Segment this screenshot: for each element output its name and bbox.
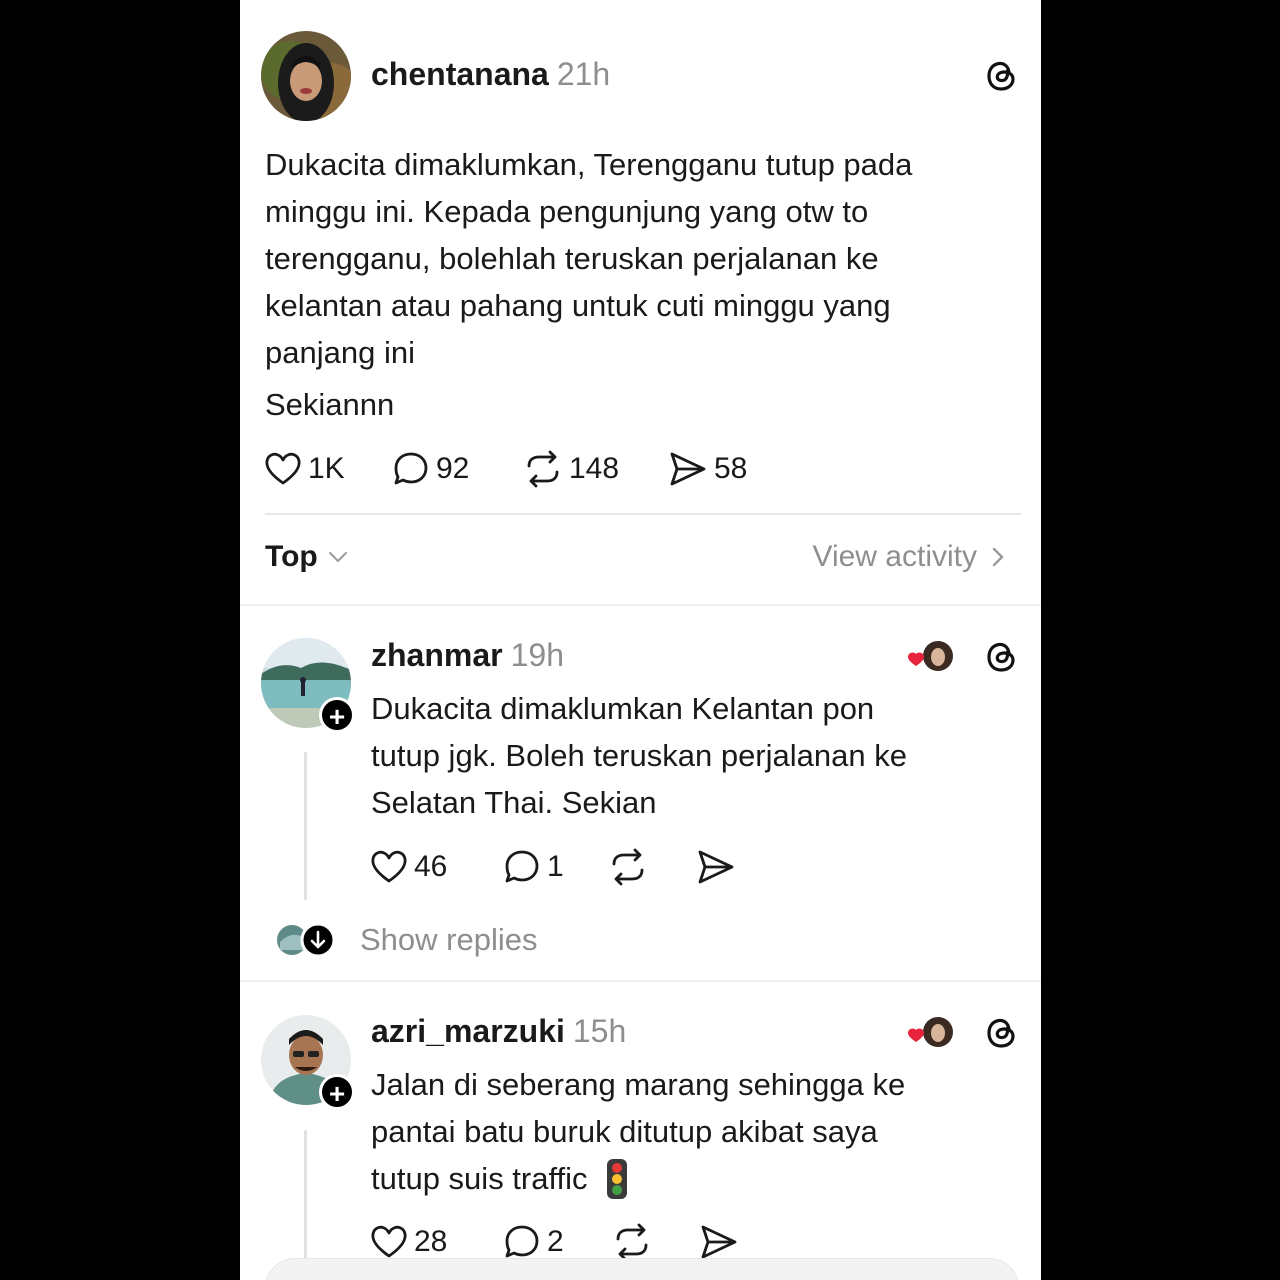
reply-username[interactable]: zhanmar 19h bbox=[371, 637, 564, 674]
thread-screen: chentanana 21h Dukacita dimaklumkan, Tere… bbox=[240, 0, 1041, 1280]
repost-button[interactable] bbox=[612, 1222, 658, 1262]
threads-logo-icon[interactable] bbox=[984, 639, 1020, 675]
reply-text-line: Jalan di seberang marang sehingga ke bbox=[371, 1067, 906, 1102]
send-icon bbox=[701, 1225, 737, 1259]
author-username[interactable]: chentanana 21h bbox=[371, 56, 610, 93]
repost-button[interactable]: 148 bbox=[523, 449, 619, 489]
author-username-text[interactable]: chentanana bbox=[371, 56, 549, 92]
reply-timestamp: 15h bbox=[572, 1013, 627, 1049]
reply-timestamp: 19h bbox=[510, 637, 564, 673]
reply-username[interactable]: azri_marzuki 15h bbox=[371, 1013, 626, 1050]
post-body: Dukacita dimaklumkan, Terengganu tutup p… bbox=[265, 141, 1025, 428]
reply-count: 1 bbox=[547, 850, 564, 883]
reply-body: Dukacita dimaklumkan Kelantan pon tutup … bbox=[371, 685, 1021, 826]
repost-icon bbox=[527, 450, 559, 488]
share-count: 58 bbox=[714, 452, 748, 485]
repost-count: 148 bbox=[569, 452, 620, 485]
reply-username-text[interactable]: zhanmar bbox=[371, 637, 503, 673]
chevron-right-icon bbox=[992, 547, 1004, 567]
repost-icon bbox=[612, 848, 644, 886]
send-icon bbox=[698, 850, 734, 884]
view-activity-label: View activity bbox=[812, 540, 977, 573]
post-text-line: kelantan atau pahang untuk cuti minggu y… bbox=[265, 288, 891, 323]
show-replies-link[interactable]: Show replies bbox=[274, 920, 537, 960]
traffic-light-icon bbox=[606, 1158, 627, 1199]
author-avatar[interactable] bbox=[261, 31, 351, 121]
repost-button[interactable] bbox=[608, 847, 654, 887]
heart-icon bbox=[371, 850, 407, 883]
reply-text-line: tutup suis traffic bbox=[371, 1161, 588, 1196]
chevron-down-icon bbox=[328, 552, 347, 563]
like-button[interactable]: 46 bbox=[370, 847, 447, 887]
post-text-line: Sekiannn bbox=[265, 387, 395, 422]
reply-button[interactable]: 1 bbox=[503, 847, 564, 887]
reply-count: 92 bbox=[436, 452, 470, 485]
divider bbox=[265, 513, 1021, 515]
section-separator bbox=[240, 980, 1041, 982]
share-button[interactable]: 58 bbox=[668, 449, 747, 489]
sort-label: Top bbox=[265, 540, 318, 573]
reply-button[interactable]: 2 bbox=[503, 1222, 564, 1262]
replier-avatars-icon bbox=[277, 922, 336, 958]
like-count: 1K bbox=[308, 452, 345, 485]
reply-text-line: pantai batu buruk ditutup akibat saya bbox=[371, 1114, 878, 1149]
view-activity-link[interactable]: View activity bbox=[812, 540, 1009, 574]
post-text-line: Dukacita dimaklumkan, Terengganu tutup p… bbox=[265, 147, 913, 182]
comment-icon bbox=[505, 850, 539, 883]
reply-button[interactable]: 92 bbox=[392, 449, 469, 489]
like-button[interactable]: 1K bbox=[264, 449, 345, 489]
liked-by-author-icon bbox=[908, 1017, 953, 1047]
reply-text-line: tutup jgk. Boleh teruskan perjalanan ke bbox=[371, 738, 907, 773]
like-count: 46 bbox=[414, 850, 448, 883]
like-button[interactable]: 28 bbox=[370, 1222, 447, 1262]
post-text-line: terengganu, bolehlah teruskan perjalanan… bbox=[265, 241, 879, 276]
reply-body: Jalan di seberang marang sehingga ke pan… bbox=[371, 1061, 1021, 1202]
heart-icon bbox=[371, 1225, 407, 1258]
show-replies-label: Show replies bbox=[360, 922, 538, 957]
post-timestamp: 21h bbox=[556, 56, 611, 92]
share-button[interactable] bbox=[699, 1222, 745, 1262]
like-count: 28 bbox=[414, 1225, 448, 1258]
comment-icon bbox=[394, 452, 428, 485]
comment-icon bbox=[505, 1225, 539, 1258]
reply-username-text[interactable]: azri_marzuki bbox=[371, 1013, 565, 1049]
liked-by-author-icon bbox=[908, 641, 953, 671]
post-text-line: minggu ini. Kepada pengunjung yang otw t… bbox=[265, 194, 869, 229]
sort-dropdown[interactable]: Top bbox=[265, 540, 350, 574]
follow-plus-button[interactable]: + bbox=[319, 1074, 355, 1110]
follow-plus-button[interactable]: + bbox=[319, 697, 355, 733]
reply-count: 2 bbox=[547, 1225, 564, 1258]
heart-icon bbox=[265, 452, 301, 485]
share-button[interactable] bbox=[696, 847, 742, 887]
section-separator bbox=[240, 604, 1041, 606]
post-text-line: panjang ini bbox=[265, 335, 415, 370]
send-icon bbox=[670, 452, 706, 486]
reply-composer-bar[interactable] bbox=[265, 1258, 1019, 1280]
repost-icon bbox=[616, 1223, 648, 1261]
thread-line bbox=[304, 752, 307, 900]
threads-logo-icon[interactable] bbox=[984, 58, 1020, 94]
reply-text-line: Dukacita dimaklumkan Kelantan pon bbox=[371, 691, 875, 726]
threads-logo-icon[interactable] bbox=[984, 1015, 1020, 1051]
reply-text-line: Selatan Thai. Sekian bbox=[371, 785, 657, 820]
